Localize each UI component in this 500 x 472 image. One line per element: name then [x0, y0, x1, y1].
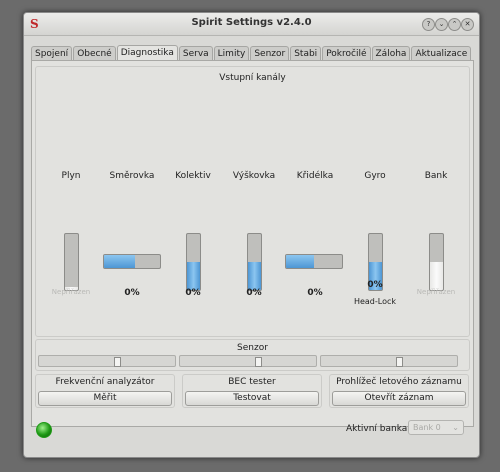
- close-button[interactable]: ✕: [461, 18, 474, 31]
- sensor-title: Senzor: [237, 343, 268, 353]
- channel-fill-smerovka: [104, 255, 135, 268]
- tab-serva[interactable]: Serva: [178, 46, 213, 61]
- input-channels-title: Vstupní kanály: [219, 73, 286, 83]
- channel-sub-gyro: Head-Lock: [353, 297, 397, 306]
- sensor-slider-3-handle[interactable]: [396, 357, 404, 367]
- test-button[interactable]: Testovat: [185, 391, 319, 406]
- frequency-analyzer-title: Frekvenční analyzátor: [55, 377, 155, 387]
- tab-diagnostika[interactable]: Diagnostika: [116, 45, 178, 61]
- tab-obecne[interactable]: Obecné: [73, 46, 116, 61]
- sensor-slider-2[interactable]: [179, 355, 317, 367]
- input-channels-group: Vstupní kanály Plyn Nepřiřazen Směrovka …: [35, 66, 470, 337]
- channel-label-kolektiv: Kolektiv: [175, 171, 211, 181]
- channel-value-kolektiv: 0%: [185, 288, 201, 298]
- channel-label-plyn: Plyn: [61, 171, 81, 181]
- channel-value-gyro: 0%: [367, 280, 383, 290]
- sensor-group: Senzor: [35, 339, 470, 371]
- channel-bar-vyskovka: [247, 233, 262, 291]
- tab-aktualizace[interactable]: Aktualizace: [411, 46, 472, 61]
- minimize-button[interactable]: ⌄: [435, 18, 448, 31]
- window-title: Spirit Settings v2.4.0: [191, 17, 312, 28]
- tab-spojeni[interactable]: Spojení: [31, 46, 73, 61]
- channel-label-gyro: Gyro: [364, 171, 386, 181]
- channel-bar-plyn: [64, 233, 79, 291]
- help-button[interactable]: ?: [422, 18, 435, 31]
- channel-bar-smerovka: [103, 254, 161, 269]
- measure-button[interactable]: Měřit: [38, 391, 172, 406]
- channel-value-plyn: Nepřiřazen: [51, 288, 91, 296]
- tab-stabi[interactable]: Stabi: [290, 46, 322, 61]
- channel-fill-kridelka: [286, 255, 314, 268]
- sensor-slider-2-handle[interactable]: [255, 357, 263, 367]
- channel-fill-kolektiv: [187, 262, 200, 290]
- tab-bar: Spojení Obecné Diagnostika Serva Limity Senzo…: [31, 45, 472, 61]
- channel-bar-bank: [429, 233, 444, 291]
- channel-value-kridelka: 0%: [307, 288, 323, 298]
- channel-value-vyskovka: 0%: [246, 288, 262, 298]
- tab-senzor[interactable]: Senzor: [250, 46, 290, 61]
- bec-tester-group: BEC tester Testovat: [182, 374, 322, 408]
- connection-status-icon: [36, 422, 52, 438]
- flight-log-viewer-group: Prohlížeč letového záznamu Otevřít zázna…: [329, 374, 469, 408]
- tab-limity[interactable]: Limity: [213, 46, 250, 61]
- active-bank-value: Bank 0: [413, 423, 441, 432]
- channel-label-vyskovka: Výškovka: [232, 171, 276, 181]
- channel-bar-kolektiv: [186, 233, 201, 291]
- diagnostics-panel: Vstupní kanály Plyn Nepřiřazen Směrovka …: [31, 60, 474, 427]
- sensor-slider-1-handle[interactable]: [114, 357, 122, 367]
- title-bar: S Spirit Settings v2.4.0 ? ⌄ ⌃ ✕: [24, 13, 479, 36]
- open-log-button[interactable]: Otevřít záznam: [332, 391, 466, 406]
- bec-tester-title: BEC tester: [228, 377, 276, 387]
- channel-bar-kridelka: [285, 254, 343, 269]
- channel-label-smerovka: Směrovka: [109, 171, 155, 181]
- sensor-slider-3[interactable]: [320, 355, 458, 367]
- frequency-analyzer-group: Frekvenční analyzátor Měřit: [35, 374, 175, 408]
- sensor-slider-1[interactable]: [38, 355, 176, 367]
- channel-label-bank: Bank: [424, 171, 448, 181]
- maximize-button[interactable]: ⌃: [448, 18, 461, 31]
- chevron-down-icon: ⌄: [452, 423, 459, 432]
- flight-log-viewer-title: Prohlížeč letového záznamu: [336, 377, 462, 387]
- settings-window: S Spirit Settings v2.4.0 ? ⌄ ⌃ ✕ Spojení…: [23, 12, 480, 458]
- active-bank-select[interactable]: Bank 0 ⌄: [408, 420, 464, 435]
- channel-label-kridelka: Křidélka: [296, 171, 334, 181]
- tab-pokrocile[interactable]: Pokročilé: [322, 46, 371, 61]
- tab-zaloha[interactable]: Záloha: [371, 46, 411, 61]
- channel-fill-vyskovka: [248, 262, 261, 290]
- active-bank-label: Aktivní banka:: [346, 424, 411, 434]
- channel-value-bank: Nepřiřazen: [416, 288, 456, 296]
- channel-fill-bank: [430, 262, 443, 290]
- channel-value-smerovka: 0%: [124, 288, 140, 298]
